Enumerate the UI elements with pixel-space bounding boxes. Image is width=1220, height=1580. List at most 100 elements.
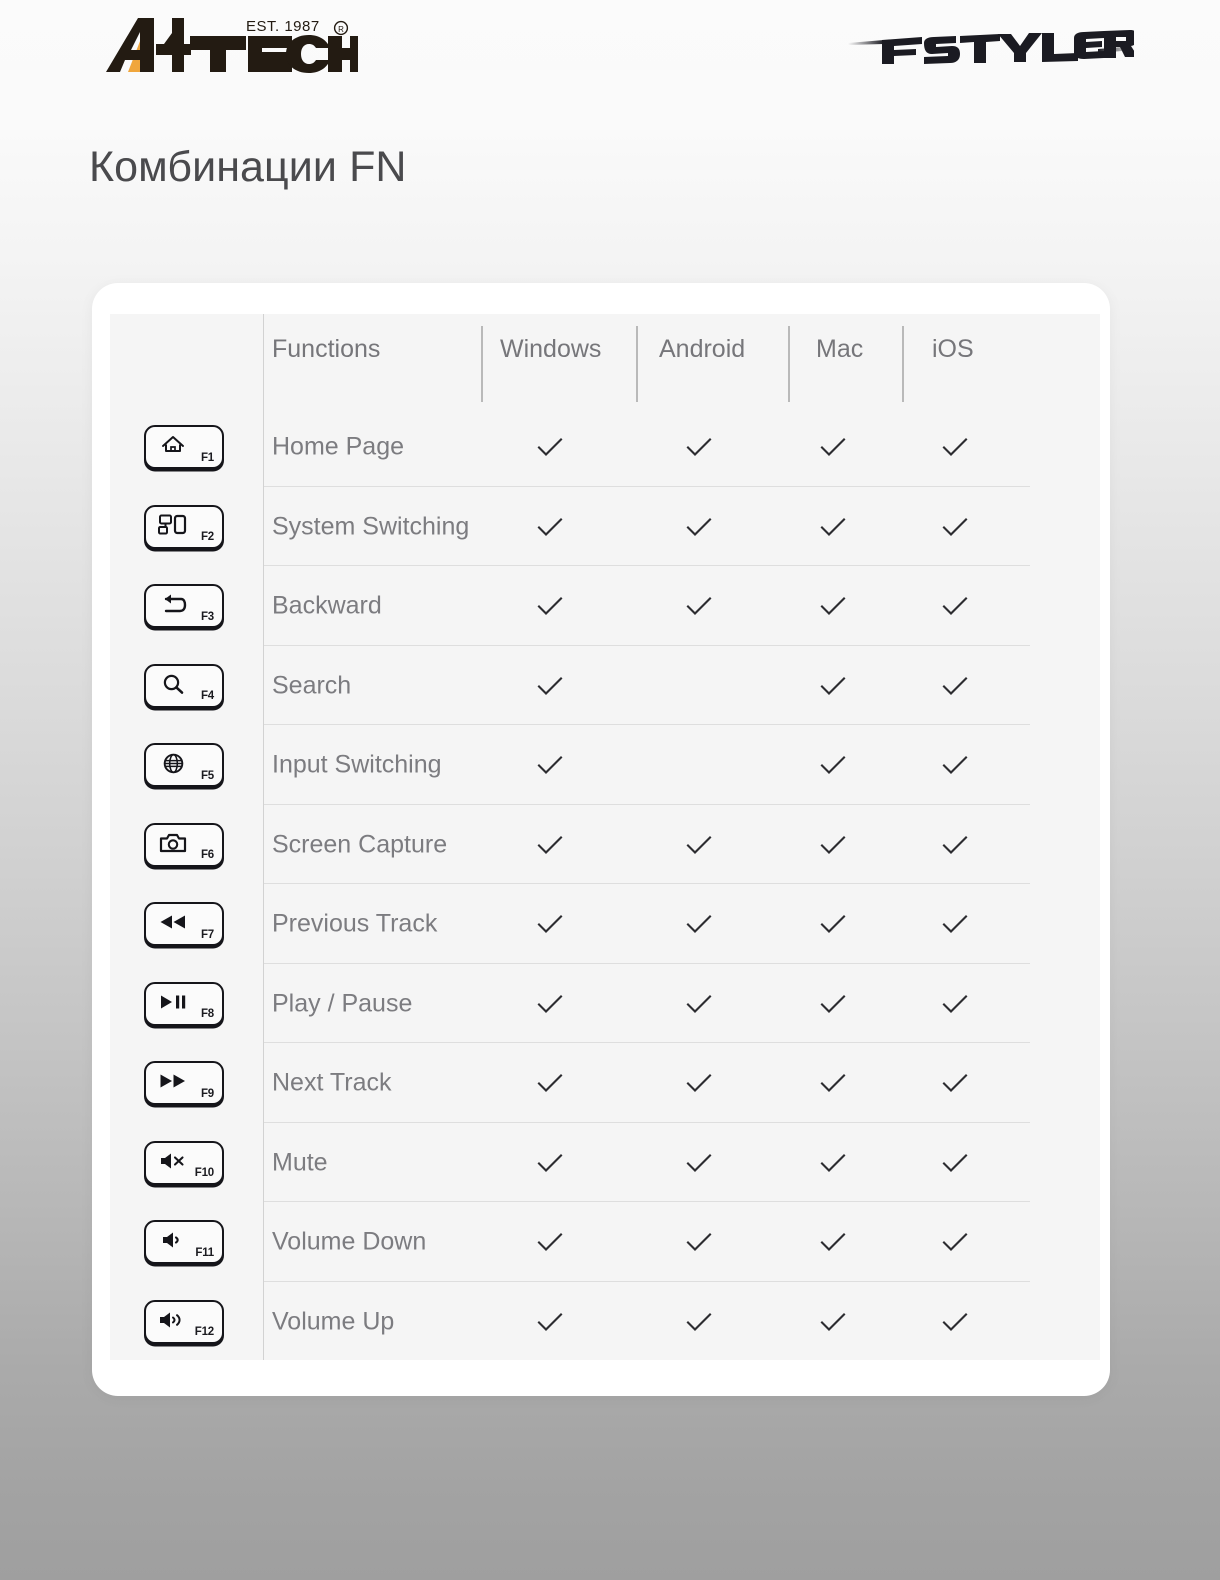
support-cell-windows [533,669,567,703]
page-header: EST. 1987 R [0,0,1220,100]
keycap-cell-f2: F2 [144,504,224,549]
fn-table-panel: Functions Windows Android Mac iOS F1 Home… [110,314,1100,1360]
support-cell-ios [938,907,972,941]
column-header-functions: Functions [272,335,381,363]
check-icon [942,756,968,774]
support-cell-android [682,510,716,544]
support-cell-android [682,987,716,1021]
support-cell-windows [533,589,567,623]
table-header-row: Functions Windows Android Mac iOS [110,314,1100,406]
check-icon [820,597,846,615]
check-icon [686,994,712,1013]
check-icon [686,438,712,456]
rewind-icon [158,910,188,934]
keycap-f11: F11 [144,1220,224,1264]
check-icon [942,1312,968,1331]
check-icon [686,1074,712,1092]
support-cell-ios [938,430,972,464]
fn-combinations-card: Functions Windows Android Mac iOS F1 Home… [92,283,1110,1396]
keycap-cell-f8: F8 [144,981,224,1026]
check-icon [537,1074,563,1092]
support-cell-ios [938,828,972,862]
row-separator [264,883,1030,884]
fn-table: Functions Windows Android Mac iOS F1 Home… [110,314,1100,1360]
check-icon [686,915,712,933]
support-cell-ios [938,987,972,1021]
support-cell-android [682,589,716,623]
keycap-f6: F6 [144,822,224,867]
header-divider-1 [481,326,483,402]
support-cell-android [682,669,716,703]
table-row: F5 Input Switching [110,724,1100,806]
support-cell-ios [938,589,972,623]
support-cell-android [682,1305,716,1339]
check-icon [942,597,968,615]
support-cell-ios [938,1146,972,1180]
header-divider-2 [636,326,638,402]
table-row: F11 Volume Down [110,1201,1100,1283]
volume-down-icon [158,1228,188,1252]
check-icon [942,676,968,695]
keycap-label: F1 [200,451,214,464]
support-cell-windows [533,430,567,464]
support-cell-mac [816,1146,850,1180]
check-icon [686,1312,712,1331]
table-row: F3 Backward [110,565,1100,647]
function-label: Volume Down [272,1227,427,1256]
function-label: Home Page [272,432,405,461]
support-cell-windows [533,510,567,544]
keycap-cell-f7: F7 [144,902,224,946]
support-cell-windows [533,907,567,941]
check-icon [537,1153,563,1172]
svg-text:R: R [338,25,344,34]
keycap-label: F2 [200,531,214,543]
keycap-cell-f5: F5 [144,743,224,787]
back-arrow-icon [158,592,188,616]
check-icon [537,676,563,695]
function-label: Play / Pause [272,989,413,1017]
support-cell-mac [816,1225,850,1259]
function-label: Volume Up [272,1307,395,1335]
row-separator [264,1280,1030,1282]
keycap-f1: F1 [144,425,224,469]
keycap-label: F11 [195,1246,214,1259]
check-icon [686,1233,712,1251]
support-cell-mac [816,907,850,941]
column-header-android: Android [659,335,746,363]
function-label: System Switching [272,512,470,540]
check-icon [537,994,563,1013]
support-cell-mac [816,589,850,623]
table-row: F7 Previous Track [110,883,1100,965]
check-icon [820,756,846,774]
table-row: F6 Screen Capture [110,803,1100,886]
check-icon [537,1312,563,1331]
devices-switch-icon [158,513,188,537]
function-label: Backward [272,591,382,620]
keycap-f9: F9 [144,1061,224,1105]
keycap-cell-f12: F12 [144,1299,224,1344]
check-icon [537,438,563,456]
keycap-label: F3 [200,610,214,623]
row-separator [264,565,1030,566]
row-separator [264,724,1030,725]
support-cell-android [682,430,716,464]
support-cell-mac [816,669,850,703]
support-cell-ios [938,510,972,544]
support-cell-mac [816,1305,850,1339]
keycap-cell-f10: F10 [144,1140,224,1185]
globe-icon [158,751,188,775]
support-cell-android [682,1146,716,1180]
support-cell-android [682,828,716,862]
support-cell-ios [938,748,972,782]
check-icon [942,835,968,854]
keycap-cell-f11: F11 [144,1220,224,1264]
table-row: F8 Play / Pause [110,962,1100,1045]
function-label: Input Switching [272,750,442,779]
keycap-f3: F3 [144,584,224,628]
table-row: F10 Mute [110,1121,1100,1204]
function-label: Screen Capture [272,830,448,858]
keycap-cell-f4: F4 [144,663,224,708]
support-cell-windows [533,1305,567,1339]
play-pause-icon [158,990,188,1014]
row-separator [264,1121,1030,1123]
